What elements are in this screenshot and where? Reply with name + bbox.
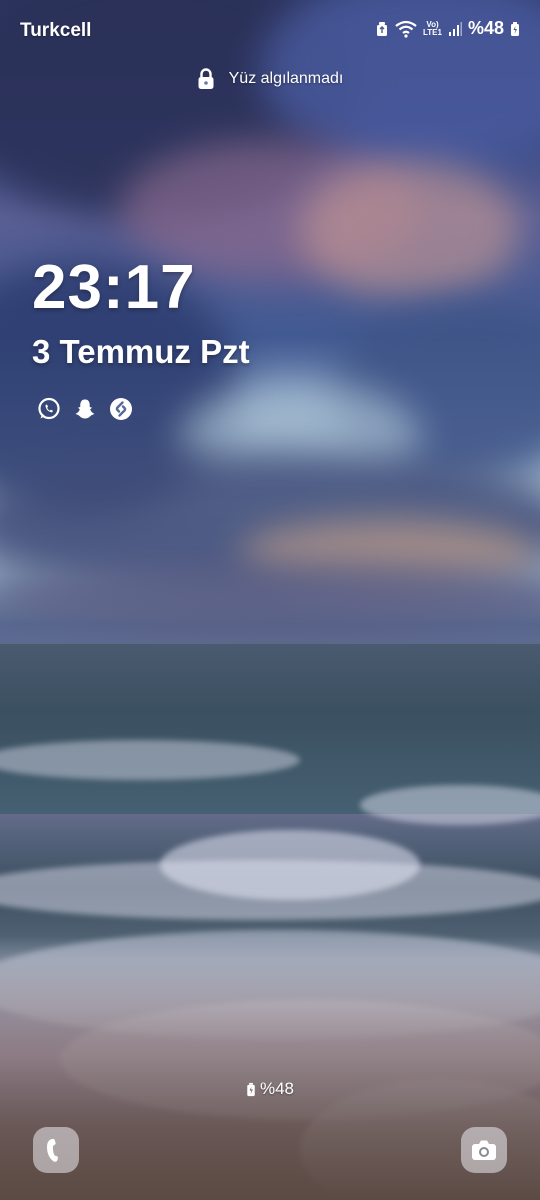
whatsapp-icon[interactable]: [36, 396, 62, 422]
lockscreen-date: 3 Temmuz Pzt: [32, 333, 250, 370]
snapchat-icon[interactable]: [72, 396, 98, 422]
battery-charging-icon: [510, 21, 520, 37]
recycle-icon: [375, 21, 389, 37]
face-unlock-status: Yüz algılanmadı: [0, 68, 540, 90]
camera-shortcut-button[interactable]: [461, 1127, 507, 1173]
battery-charging-icon: [246, 1082, 256, 1097]
charging-percent: %48: [259, 1079, 295, 1098]
volte-lte-icon: Vo) LTE1: [423, 20, 442, 37]
notification-icons: [36, 396, 134, 422]
carrier-name: Turkcell: [20, 20, 92, 41]
lockscreen-clock[interactable]: 23:17: [32, 252, 196, 323]
charging-indicator: %48: [0, 1079, 540, 1099]
status-icons: Vo) LTE1 %48: [375, 18, 520, 39]
lockscreen-wallpaper: [0, 0, 540, 1200]
shazam-icon[interactable]: [108, 396, 134, 422]
phone-icon: [44, 1136, 68, 1164]
status-bar: Turkcell Vo) LTE1 %48: [0, 18, 540, 44]
camera-icon: [471, 1139, 497, 1161]
lock-icon[interactable]: [197, 68, 215, 90]
lte-label: LTE1: [423, 27, 442, 37]
phone-shortcut-button[interactable]: [33, 1127, 79, 1173]
signal-icon: [448, 21, 462, 37]
wifi-icon: [395, 20, 417, 38]
battery-percent: %48: [467, 18, 504, 38]
face-status-text: Yüz algılanmadı: [228, 70, 344, 87]
